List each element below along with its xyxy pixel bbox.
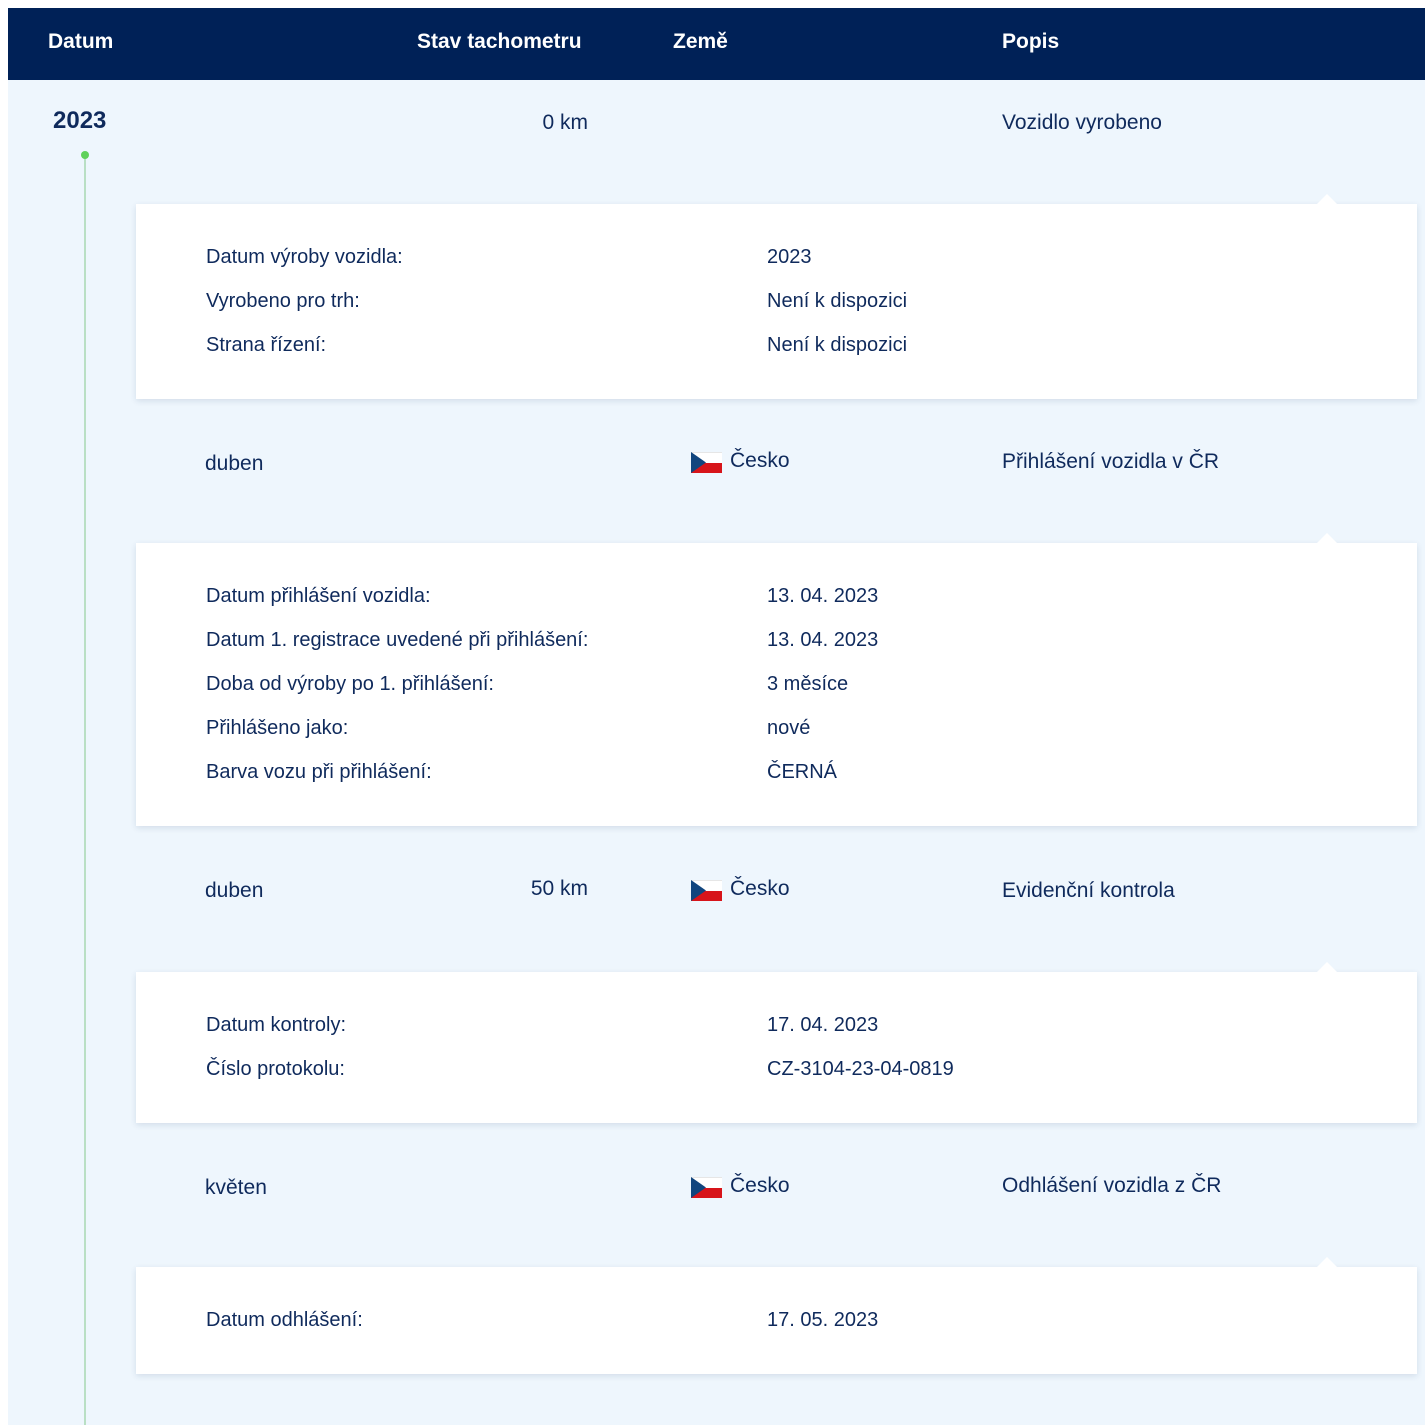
header-datum: Datum [48, 30, 114, 53]
detail-value: CZ-3104-23-04-0819 [767, 1058, 954, 1080]
event-date: duben [205, 879, 264, 902]
year-label: 2023 [53, 107, 107, 134]
header-zeme: Země [673, 30, 728, 53]
detail-value: 13. 04. 2023 [767, 629, 879, 651]
detail-value: nové [767, 717, 811, 739]
event-detail-card: Datum odhlášení: 17. 05. 2023 [136, 1257, 1417, 1374]
event-country: Česko [730, 449, 790, 472]
event-description[interactable]: Přihlášení vozidla v ČR [1002, 450, 1219, 474]
event-date: květen [205, 1176, 267, 1199]
detail-value: ČERNÁ [767, 761, 838, 783]
vehicle-history-table: Datum Stav tachometru Země Popis 2023 0 … [8, 8, 1425, 1425]
event-date: duben [205, 452, 264, 475]
detail-value: 17. 05. 2023 [767, 1309, 879, 1331]
detail-label: Datum kontroly: [206, 1014, 347, 1036]
detail-value: 13. 04. 2023 [767, 585, 879, 607]
detail-label: Datum odhlášení: [206, 1309, 363, 1331]
detail-label: Barva vozu při přihlášení: [206, 761, 432, 783]
event-detail-card: Datum kontroly: 17. 04. 2023 Číslo proto… [136, 962, 1417, 1123]
timeline-dot [81, 151, 89, 159]
detail-label: Datum 1. registrace uvedené při přihláše… [206, 629, 589, 651]
detail-label: Přihlášeno jako: [206, 717, 349, 739]
detail-value: 2023 [767, 246, 812, 268]
event-detail-card: Datum výroby vozidla: 2023 Vyrobeno pro … [136, 194, 1417, 399]
czech-flag-icon [691, 880, 722, 901]
czech-flag-icon [691, 452, 722, 473]
header-stav-tachometru: Stav tachometru [417, 30, 582, 53]
event-country: Česko [730, 1174, 790, 1197]
event-odometer: 50 km [530, 877, 588, 900]
detail-value: 3 měsíce [767, 673, 849, 695]
detail-label: Strana řízení: [206, 334, 327, 356]
detail-label: Datum výroby vozidla: [206, 246, 403, 268]
card-notch [1317, 194, 1337, 204]
detail-value: Není k dispozici [767, 334, 908, 356]
event-description[interactable]: Vozidlo vyrobeno [1002, 111, 1162, 135]
table-header: Datum Stav tachometru Země Popis [8, 8, 1425, 80]
timeline-line [84, 157, 86, 1425]
detail-value: 17. 04. 2023 [767, 1014, 879, 1036]
card-notch [1317, 1257, 1337, 1267]
event-country: Česko [730, 877, 790, 900]
detail-value: Není k dispozici [767, 290, 908, 312]
card-notch [1317, 962, 1337, 972]
card-notch [1317, 533, 1337, 543]
detail-label: Číslo protokolu: [206, 1058, 345, 1080]
czech-flag-icon [691, 1177, 722, 1198]
detail-label: Doba od výroby po 1. přihlášení: [206, 673, 494, 695]
event-description[interactable]: Evidenční kontrola [1002, 879, 1175, 903]
detail-label: Vyrobeno pro trh: [206, 290, 360, 312]
event-description[interactable]: Odhlášení vozidla z ČR [1002, 1174, 1221, 1198]
detail-label: Datum přihlášení vozidla: [206, 585, 431, 607]
event-odometer: 0 km [542, 111, 588, 134]
event-detail-card: Datum přihlášení vozidla: 13. 04. 2023 D… [136, 533, 1417, 826]
header-popis: Popis [1002, 30, 1060, 53]
